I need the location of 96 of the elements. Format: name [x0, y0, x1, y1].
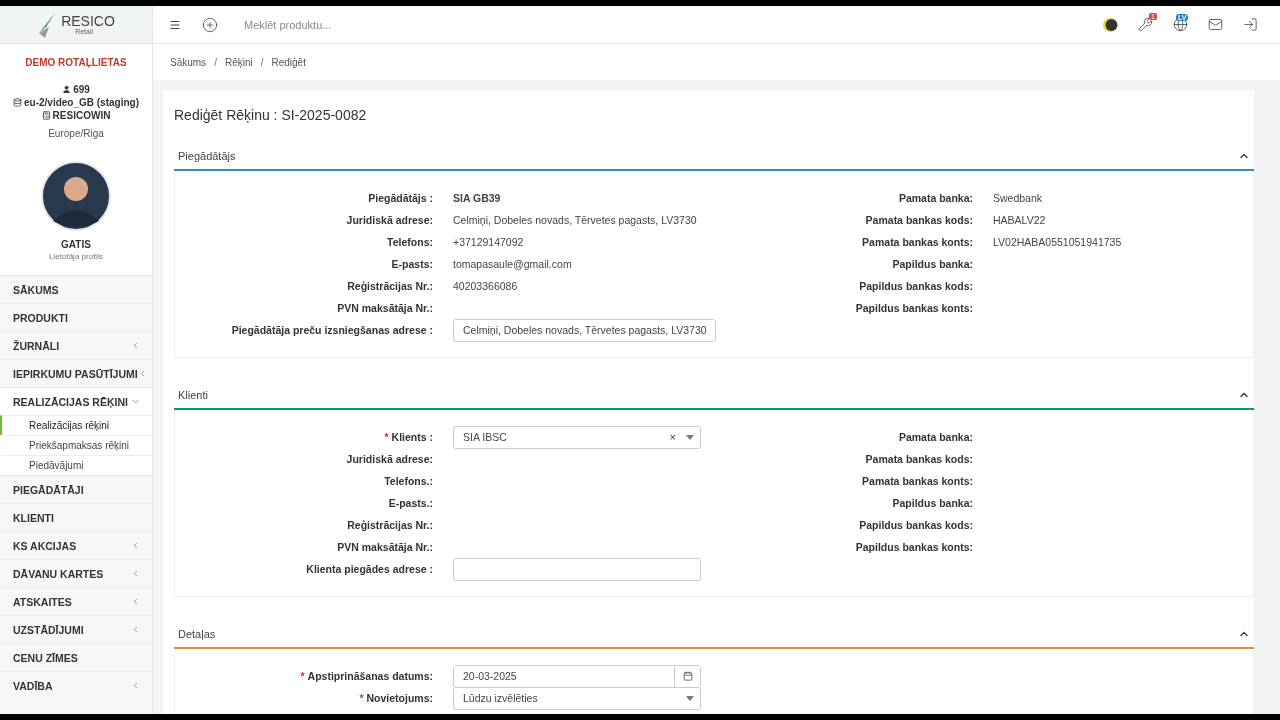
user-name: GATIS	[61, 239, 91, 250]
field-label: E-pasts.:	[388, 497, 433, 509]
section-header[interactable]: Detaļas	[174, 621, 1254, 649]
field-label: Juridiskā adrese:	[346, 214, 433, 226]
calendar-button[interactable]	[674, 665, 700, 687]
input-field[interactable]: Celmiņi, Dobeles novads, Tērvetes pagasts, LV3730	[453, 318, 716, 342]
menu-item[interactable]: KLIENTI	[0, 503, 152, 531]
user-count: 699	[73, 84, 90, 95]
menu-item[interactable]: KS AKCIJAS	[0, 531, 152, 559]
register-name: RESICOWIN	[52, 110, 111, 121]
section-header[interactable]: Klienti	[174, 382, 1254, 410]
moon-icon[interactable]	[1102, 16, 1118, 33]
field-label: Reģistrācijas Nr.:	[347, 519, 433, 531]
field-label: Papildus bankas konts:	[855, 302, 973, 314]
menu-item[interactable]: UZSTĀDĪJUMI	[0, 615, 152, 643]
field-value: HABALV22	[993, 213, 1047, 228]
chevron-down-icon	[131, 397, 140, 406]
field-label: Klients :	[391, 431, 433, 443]
page-title: Rediģēt Rēķinu : SI-2025-0082	[174, 107, 368, 123]
field-label: Papildus bankas kods:	[859, 519, 973, 531]
select-field[interactable]: SIA IBSC ×	[453, 425, 701, 449]
submenu-item[interactable]: Piedāvājumi	[0, 455, 152, 475]
menu-item[interactable]: ŽURNĀLI	[0, 331, 152, 359]
field-label: Pamata banka:	[898, 431, 973, 443]
menu-item[interactable]: DĀVANU KARTES	[0, 559, 152, 587]
mail-icon[interactable]	[1208, 17, 1223, 32]
required-mark: *	[359, 692, 364, 704]
field-label: Klienta piegādes adrese :	[306, 563, 433, 575]
user-role: Lietotāja profils	[49, 252, 103, 261]
field-label: Pamata bankas kods:	[865, 214, 973, 226]
select-field[interactable]: Lūdzu izvēlēties	[453, 686, 701, 710]
chevron-left-icon	[131, 541, 140, 550]
input-field[interactable]	[453, 557, 701, 581]
field-label: Piegādātājs :	[368, 192, 433, 204]
field-label: Pamata bankas kods:	[865, 453, 973, 465]
submenu-item[interactable]: Realizācijas rēķini	[0, 415, 152, 435]
field-label: Papildus bankas konts:	[855, 541, 973, 553]
user-icon	[62, 85, 72, 94]
breadcrumb-separator: /	[214, 56, 217, 68]
chevron-left-icon	[131, 341, 140, 350]
field-value: +37129147092	[453, 235, 525, 250]
menu-item[interactable]: REALIZĀCIJAS RĒĶINI	[0, 387, 152, 415]
field-label: PVN maksātāja Nr.:	[337, 541, 433, 553]
company-name: DEMO ROTAĻLIETAS	[25, 57, 127, 68]
caret-icon	[686, 695, 694, 701]
submenu-item[interactable]: Priekšapmaksas rēķini	[0, 435, 152, 455]
calendar-icon	[682, 671, 693, 681]
field-label: Telefons.:	[384, 475, 433, 487]
timezone: Europe/Riga	[48, 128, 104, 139]
field-label: Telefons:	[387, 236, 433, 248]
required-mark: *	[384, 431, 389, 443]
menu-item[interactable]: VADĪBA	[0, 671, 152, 699]
chevron-left-icon	[131, 625, 140, 634]
breadcrumb-separator: /	[260, 56, 264, 68]
database-icon	[13, 98, 22, 107]
field-value: LV02HABA0551051941735	[993, 235, 1123, 250]
date-field[interactable]: 20-03-2025	[453, 664, 701, 688]
field-value: 40203366086	[453, 279, 519, 294]
field-label: Pamata bankas konts:	[862, 475, 973, 487]
caret-icon	[686, 434, 694, 440]
menu-item[interactable]: PIEGĀDĀTĀJI	[0, 475, 152, 503]
chevron-left-icon	[131, 681, 140, 690]
field-label: Piegādātāja preču izsniegšanas adrese :	[231, 324, 433, 336]
breadcrumb-link[interactable]: Rēķini	[224, 56, 253, 68]
section-header[interactable]: Piegādātājs	[174, 143, 1254, 171]
menu-item[interactable]: ATSKAITES	[0, 587, 152, 615]
avatar	[41, 161, 111, 231]
field-label: E-pasts:	[391, 258, 433, 270]
calculator-icon	[41, 111, 51, 120]
field-value: tomapasaule@gmail.com	[453, 257, 573, 272]
logout-icon[interactable]	[1243, 17, 1258, 32]
field-value: Swedbank	[993, 191, 1044, 206]
field-label: Novietojums:	[366, 692, 433, 704]
chevron-left-icon	[131, 597, 140, 606]
database-name: eu-2/video_GB (staging)	[24, 97, 139, 108]
field-label: Pamata banka:	[898, 192, 973, 204]
field-value: SIA GB39	[453, 191, 502, 206]
chevron-left-icon	[131, 569, 140, 578]
breadcrumb-link[interactable]: Rediģēt	[271, 56, 306, 68]
required-mark: *	[300, 670, 305, 682]
field-label: Reģistrācijas Nr.:	[347, 280, 433, 292]
clear-button[interactable]: ×	[659, 431, 686, 443]
field-label: Pamata bankas konts:	[862, 236, 973, 248]
breadcrumb-link[interactable]: Sākums	[170, 56, 207, 68]
add-icon[interactable]	[202, 16, 218, 33]
field-label: Apstiprināšanas datums:	[307, 670, 433, 682]
menu-item[interactable]: CENU ZĪMES	[0, 643, 152, 671]
field-label: Papildus bankas kods:	[859, 280, 973, 292]
field-label: Papildus banka:	[892, 258, 973, 270]
menu-icon[interactable]	[169, 18, 181, 31]
field-label: PVN maksātāja Nr.:	[337, 302, 433, 314]
menu-item[interactable]: PRODUKTI	[0, 303, 152, 331]
field-label: Juridiskā adrese:	[346, 453, 433, 465]
field-value: Celmiņi, Dobeles novads, Tērvetes pagasts, LV3730	[453, 213, 698, 228]
menu-item[interactable]: SĀKUMS	[0, 275, 152, 303]
field-label: Papildus banka:	[892, 497, 973, 509]
